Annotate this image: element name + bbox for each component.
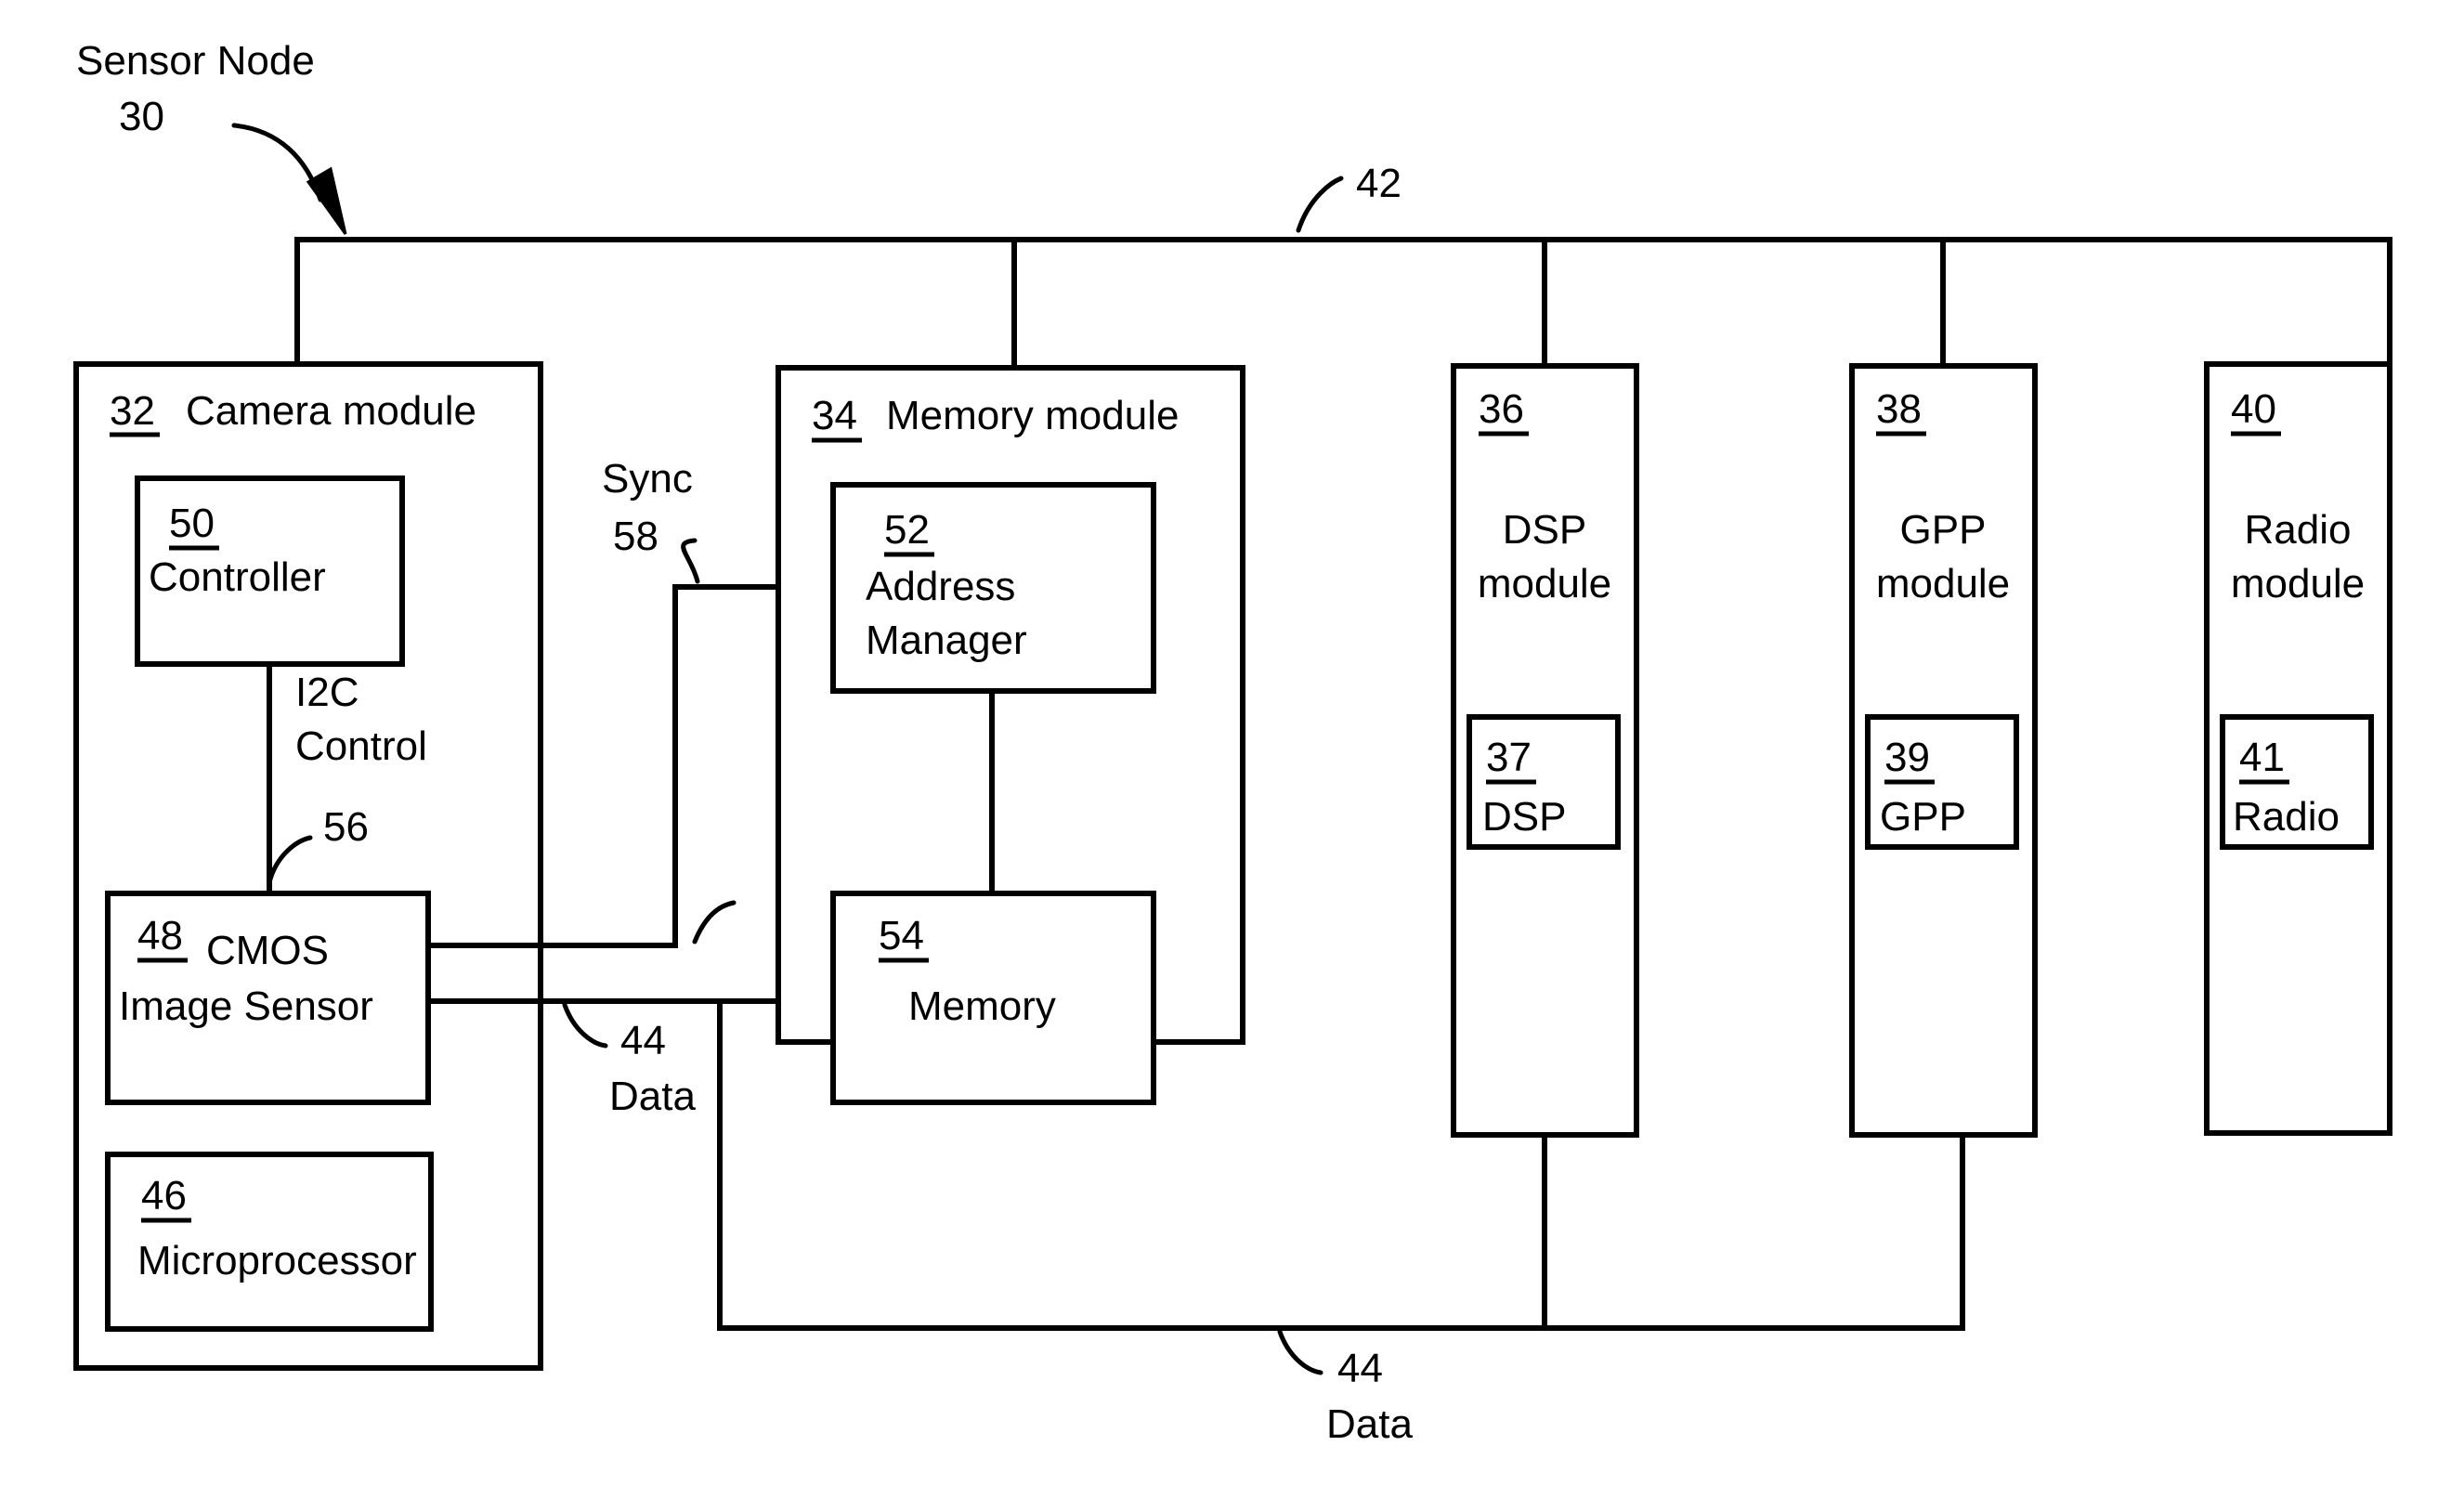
- controller-label: Controller: [149, 554, 326, 600]
- address-manager-label-line1: Address: [866, 564, 1015, 609]
- gpp-core-ref: 39: [1884, 735, 1930, 780]
- dsp-module-label-line2: module: [1478, 561, 1611, 606]
- gpp-module-label-line2: module: [1876, 561, 2010, 606]
- address-manager-ref: 52: [884, 507, 930, 553]
- microprocessor-label: Microprocessor: [137, 1238, 417, 1283]
- memory-module-label: Memory module: [886, 393, 1179, 438]
- cmos-ref: 48: [137, 913, 183, 958]
- radio-module-label-line2: module: [2231, 561, 2365, 606]
- dsp-core-ref: 37: [1486, 735, 1532, 780]
- cmos-label-line2: Image Sensor: [119, 983, 373, 1029]
- sync-leader-line-lower: [692, 900, 737, 944]
- sync-label: Sync: [602, 456, 693, 502]
- sensor-node-block-diagram: Sensor Node 30 42 32 Camera module 50 Co…: [73, 38, 2392, 1447]
- camera-module-ref: 32: [110, 388, 155, 434]
- gpp-module-ref: 38: [1876, 386, 1922, 432]
- address-manager-label-line2: Manager: [866, 618, 1027, 663]
- gpp-core-label: GPP: [1880, 794, 1966, 840]
- memory-block-label: Memory: [908, 983, 1056, 1029]
- memory-block-ref: 54: [879, 913, 924, 958]
- top-bus-ref: 42: [1356, 161, 1401, 206]
- sensor-node-leader-line: [231, 123, 323, 202]
- bottom-bus-ref: 44: [1337, 1346, 1383, 1391]
- radio-core-ref: 41: [2239, 735, 2285, 780]
- camera-data-label: Data: [609, 1074, 696, 1119]
- microprocessor-ref: 46: [141, 1173, 187, 1218]
- i2c-ref: 56: [323, 804, 369, 850]
- cmos-label-line1: CMOS: [206, 928, 329, 973]
- radio-module-ref: 40: [2231, 386, 2276, 432]
- controller-ref: 50: [169, 501, 215, 546]
- sensor-node-arrowhead: [306, 166, 347, 235]
- top-bus-leader-line: [1296, 176, 1344, 233]
- gpp-module-label-line1: GPP: [1900, 507, 1987, 553]
- radio-module-label-line1: Radio: [2245, 507, 2352, 553]
- i2c-label-line1: I2C: [295, 670, 359, 715]
- i2c-label-line2: Control: [295, 723, 427, 769]
- memory-module-ref: 34: [812, 393, 857, 438]
- radio-core-label: Radio: [2233, 794, 2340, 840]
- figure-title-ref: 30: [119, 94, 164, 139]
- dsp-module-ref: 36: [1479, 386, 1524, 432]
- sync-ref: 58: [613, 514, 658, 559]
- bottom-bus-label: Data: [1326, 1401, 1413, 1447]
- dsp-core-label: DSP: [1482, 794, 1566, 840]
- camera-module-label: Camera module: [186, 388, 476, 434]
- patent-figure: Sensor Node 30 42 32 Camera module 50 Co…: [0, 0, 2464, 1485]
- dsp-module-label-line1: DSP: [1503, 507, 1586, 553]
- camera-data-ref: 44: [620, 1018, 666, 1063]
- bottom-bus-leader-line: [1277, 1329, 1323, 1375]
- camera-data-leader-line: [562, 1002, 608, 1049]
- figure-title: Sensor Node: [76, 38, 315, 84]
